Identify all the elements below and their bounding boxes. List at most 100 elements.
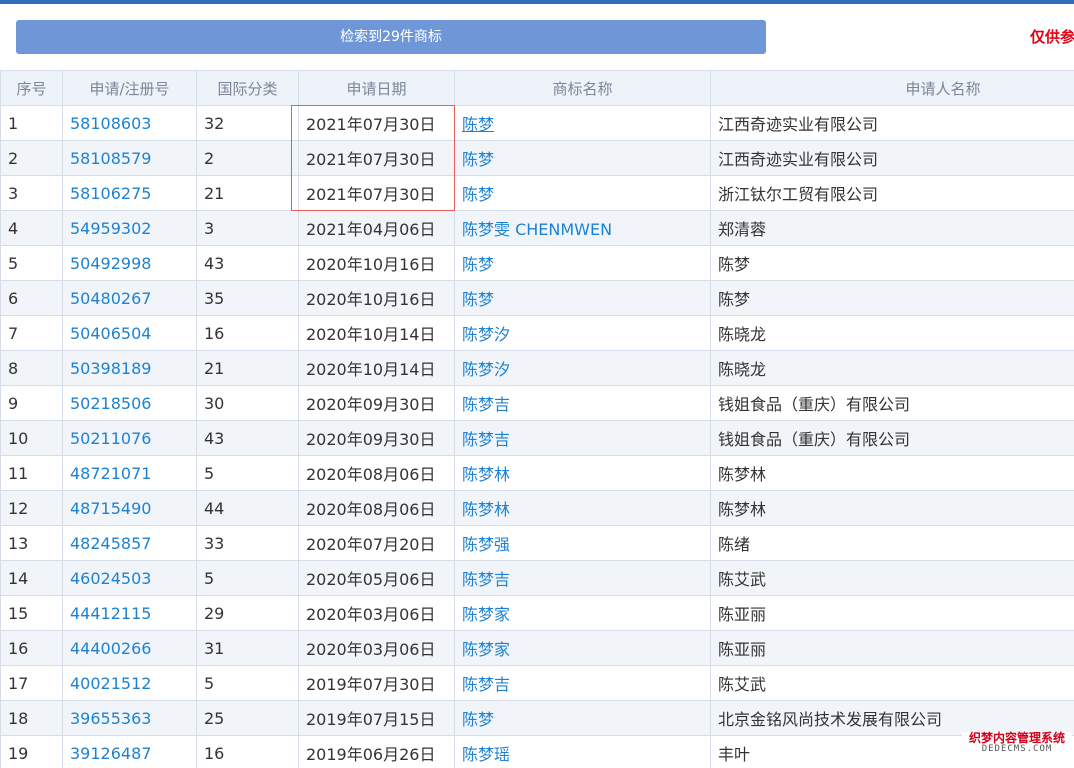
- cell-trademark-name[interactable]: 陈梦家: [454, 630, 711, 666]
- cell-reg-number[interactable]: 50406504: [62, 315, 197, 351]
- cell-reg-number[interactable]: 39126487: [62, 735, 197, 768]
- cell-reg-number[interactable]: 44400266: [62, 630, 197, 666]
- cell-reg-number[interactable]: 39655363: [62, 700, 197, 736]
- reg-number-link[interactable]: 48245857: [70, 534, 151, 553]
- cell-trademark-name[interactable]: 陈梦吉: [454, 420, 711, 456]
- cell-reg-number[interactable]: 50492998: [62, 245, 197, 281]
- table-row[interactable]: 4 54959302 3 2021年04月06日 陈梦雯 CHENMWEN 郑清蓉: [0, 210, 1074, 246]
- trademark-name-link[interactable]: 陈梦吉: [462, 570, 510, 589]
- reg-number-link[interactable]: 50480267: [70, 289, 151, 308]
- table-row[interactable]: 18 39655363 25 2019年07月15日 陈梦 北京金铭风尚技术发展有限公司: [0, 700, 1074, 736]
- reg-number-link[interactable]: 58108603: [70, 114, 151, 133]
- trademark-name-link[interactable]: 陈梦汐: [462, 360, 510, 379]
- cell-trademark-name[interactable]: 陈梦雯 CHENMWEN: [454, 210, 711, 246]
- table-row[interactable]: 19 39126487 16 2019年06月26日 陈梦瑶 丰叶: [0, 735, 1074, 768]
- reg-number-link[interactable]: 40021512: [70, 674, 151, 693]
- trademark-name-link[interactable]: 陈梦汐: [462, 325, 510, 344]
- trademark-name-link[interactable]: 陈梦吉: [462, 430, 510, 449]
- trademark-name-link[interactable]: 陈梦家: [462, 605, 510, 624]
- cell-trademark-name[interactable]: 陈梦瑶: [454, 735, 711, 768]
- trademark-name-link[interactable]: 陈梦吉: [462, 675, 510, 694]
- reg-number-link[interactable]: 44400266: [70, 639, 151, 658]
- cell-reg-number[interactable]: 48715490: [62, 490, 197, 526]
- cell-reg-number[interactable]: 54959302: [62, 210, 197, 246]
- table-row[interactable]: 15 44412115 29 2020年03月06日 陈梦家 陈亚丽: [0, 595, 1074, 631]
- cell-reg-number[interactable]: 50218506: [62, 385, 197, 421]
- table-row[interactable]: 16 44400266 31 2020年03月06日 陈梦家 陈亚丽: [0, 630, 1074, 666]
- trademark-name-link[interactable]: 陈梦: [462, 150, 494, 169]
- trademark-name-link[interactable]: 陈梦: [462, 115, 494, 134]
- table-row[interactable]: 6 50480267 35 2020年10月16日 陈梦 陈梦: [0, 280, 1074, 316]
- trademark-name-link[interactable]: 陈梦: [462, 710, 494, 729]
- cell-reg-number[interactable]: 48245857: [62, 525, 197, 561]
- cell-trademark-name[interactable]: 陈梦汐: [454, 315, 711, 351]
- cell-trademark-name[interactable]: 陈梦汐: [454, 350, 711, 386]
- reg-number-link[interactable]: 46024503: [70, 569, 151, 588]
- cell-index: 18: [0, 700, 63, 736]
- table-row[interactable]: 17 40021512 5 2019年07月30日 陈梦吉 陈艾武: [0, 665, 1074, 701]
- trademark-name-link[interactable]: 陈梦林: [462, 465, 510, 484]
- table-row[interactable]: 1 58108603 32 2021年07月30日 陈梦 江西奇迹实业有限公司: [0, 105, 1074, 141]
- cell-reg-number[interactable]: 48721071: [62, 455, 197, 491]
- reg-number-link[interactable]: 50398189: [70, 359, 151, 378]
- table-row[interactable]: 11 48721071 5 2020年08月06日 陈梦林 陈梦林: [0, 455, 1074, 491]
- table-row[interactable]: 2 58108579 2 2021年07月30日 陈梦 江西奇迹实业有限公司: [0, 140, 1074, 176]
- cell-index: 1: [0, 105, 63, 141]
- cell-trademark-name[interactable]: 陈梦家: [454, 595, 711, 631]
- cell-trademark-name[interactable]: 陈梦: [454, 105, 711, 141]
- cell-trademark-name[interactable]: 陈梦吉: [454, 560, 711, 596]
- trademark-name-link[interactable]: 陈梦强: [462, 535, 510, 554]
- trademark-name-link[interactable]: 陈梦雯 CHENMWEN: [462, 220, 612, 239]
- cell-class: 5: [196, 560, 299, 596]
- cell-trademark-name[interactable]: 陈梦: [454, 175, 711, 211]
- table-row[interactable]: 12 48715490 44 2020年08月06日 陈梦林 陈梦林: [0, 490, 1074, 526]
- reg-number-link[interactable]: 44412115: [70, 604, 151, 623]
- table-row[interactable]: 13 48245857 33 2020年07月20日 陈梦强 陈绪: [0, 525, 1074, 561]
- table-row[interactable]: 9 50218506 30 2020年09月30日 陈梦吉 钱姐食品（重庆）有限公司: [0, 385, 1074, 421]
- cell-reg-number[interactable]: 40021512: [62, 665, 197, 701]
- cell-reg-number[interactable]: 46024503: [62, 560, 197, 596]
- cell-applicant: 钱姐食品（重庆）有限公司: [710, 420, 1074, 456]
- reg-number-link[interactable]: 54959302: [70, 219, 151, 238]
- cell-trademark-name[interactable]: 陈梦吉: [454, 665, 711, 701]
- reg-number-link[interactable]: 50211076: [70, 429, 151, 448]
- reg-number-link[interactable]: 58106275: [70, 184, 151, 203]
- cell-reg-number[interactable]: 44412115: [62, 595, 197, 631]
- trademark-name-link[interactable]: 陈梦: [462, 185, 494, 204]
- cell-trademark-name[interactable]: 陈梦林: [454, 490, 711, 526]
- cell-reg-number[interactable]: 50480267: [62, 280, 197, 316]
- cell-trademark-name[interactable]: 陈梦林: [454, 455, 711, 491]
- cell-reg-number[interactable]: 50211076: [62, 420, 197, 456]
- cell-trademark-name[interactable]: 陈梦: [454, 700, 711, 736]
- cell-trademark-name[interactable]: 陈梦: [454, 245, 711, 281]
- table-row[interactable]: 10 50211076 43 2020年09月30日 陈梦吉 钱姐食品（重庆）有限公司: [0, 420, 1074, 456]
- trademark-name-link[interactable]: 陈梦家: [462, 640, 510, 659]
- reg-number-link[interactable]: 50406504: [70, 324, 151, 343]
- reg-number-link[interactable]: 48721071: [70, 464, 151, 483]
- table-row[interactable]: 8 50398189 21 2020年10月14日 陈梦汐 陈晓龙: [0, 350, 1074, 386]
- cell-reg-number[interactable]: 58108579: [62, 140, 197, 176]
- cell-reg-number[interactable]: 58108603: [62, 105, 197, 141]
- trademark-name-link[interactable]: 陈梦瑶: [462, 745, 510, 764]
- table-row[interactable]: 3 58106275 21 2021年07月30日 陈梦 浙江钛尔工贸有限公司: [0, 175, 1074, 211]
- table-row[interactable]: 5 50492998 43 2020年10月16日 陈梦 陈梦: [0, 245, 1074, 281]
- reg-number-link[interactable]: 50492998: [70, 254, 151, 273]
- cell-reg-number[interactable]: 58106275: [62, 175, 197, 211]
- reg-number-link[interactable]: 48715490: [70, 499, 151, 518]
- trademark-name-link[interactable]: 陈梦林: [462, 500, 510, 519]
- trademark-name-link[interactable]: 陈梦吉: [462, 395, 510, 414]
- reg-number-link[interactable]: 58108579: [70, 149, 151, 168]
- table-row[interactable]: 7 50406504 16 2020年10月14日 陈梦汐 陈晓龙: [0, 315, 1074, 351]
- cell-reg-number[interactable]: 50398189: [62, 350, 197, 386]
- reg-number-link[interactable]: 50218506: [70, 394, 151, 413]
- search-result-button[interactable]: 检索到29件商标: [16, 20, 766, 54]
- reg-number-link[interactable]: 39126487: [70, 744, 151, 763]
- cell-trademark-name[interactable]: 陈梦强: [454, 525, 711, 561]
- cell-trademark-name[interactable]: 陈梦: [454, 280, 711, 316]
- cell-trademark-name[interactable]: 陈梦: [454, 140, 711, 176]
- cell-trademark-name[interactable]: 陈梦吉: [454, 385, 711, 421]
- trademark-name-link[interactable]: 陈梦: [462, 290, 494, 309]
- reg-number-link[interactable]: 39655363: [70, 709, 151, 728]
- trademark-name-link[interactable]: 陈梦: [462, 255, 494, 274]
- table-row[interactable]: 14 46024503 5 2020年05月06日 陈梦吉 陈艾武: [0, 560, 1074, 596]
